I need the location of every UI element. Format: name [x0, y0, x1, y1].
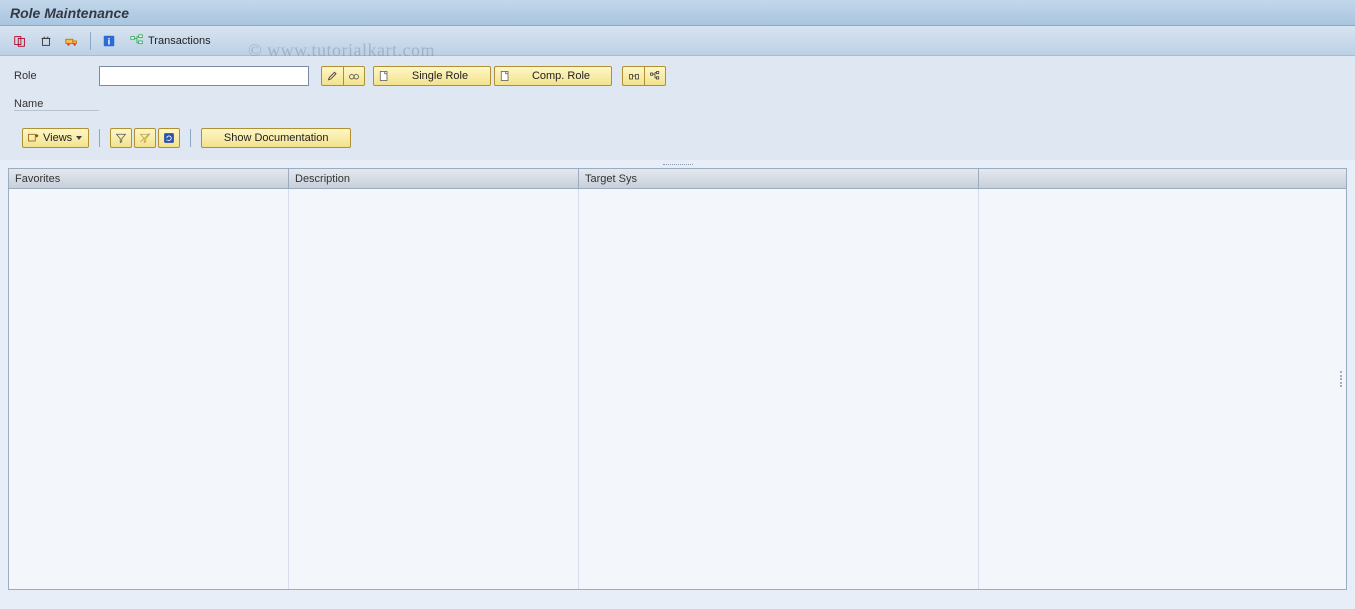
title-bar: Role Maintenance — [0, 0, 1355, 26]
funnel-icon — [115, 132, 127, 144]
filter-button[interactable] — [110, 128, 132, 148]
column-header-target-sys[interactable]: Target Sys — [579, 169, 979, 188]
trash-icon — [39, 34, 53, 48]
role-row: Role Si — [14, 64, 1341, 88]
glasses-icon — [348, 70, 360, 82]
where-used-button[interactable] — [622, 66, 644, 86]
name-row: Name — [14, 90, 1341, 114]
refresh-button[interactable] — [158, 128, 180, 148]
secondary-toolbar: Views — [14, 116, 1341, 154]
filter-group — [110, 128, 180, 148]
grid-col-favorites — [9, 189, 289, 589]
column-header-description[interactable]: Description — [289, 169, 579, 188]
svg-text:i: i — [108, 36, 111, 47]
hierarchy-icon — [130, 34, 144, 48]
show-documentation-label: Show Documentation — [224, 132, 329, 144]
secondary-separator-2 — [190, 129, 191, 147]
edit-display-group — [321, 66, 365, 86]
info-icon-button[interactable]: i — [99, 31, 119, 51]
delete-icon-button[interactable] — [36, 31, 56, 51]
comp-role-button[interactable]: Comp. Role — [494, 66, 612, 86]
vertical-splitter-handle[interactable] — [1340, 371, 1344, 387]
column-header-favorites[interactable]: Favorites — [9, 169, 289, 188]
column-header-extra[interactable] — [979, 169, 1346, 188]
binoculars-icon — [628, 70, 640, 82]
grid-header: Favorites Description Target Sys — [9, 169, 1346, 189]
views-group: Views — [22, 128, 89, 148]
favorites-grid: Favorites Description Target Sys — [8, 168, 1347, 590]
form-area: Role Si — [0, 56, 1355, 160]
transactions-button[interactable]: Transactions — [125, 31, 216, 51]
info-icon: i — [102, 34, 116, 48]
hierarchy-icon — [649, 70, 661, 82]
create-role-group: Single Role Comp. Role — [373, 66, 612, 86]
funnel-off-icon — [139, 132, 151, 144]
grid-body — [9, 189, 1346, 589]
horizontal-splitter[interactable] — [0, 160, 1355, 168]
secondary-separator — [99, 129, 100, 147]
grid-col-extra — [979, 189, 1346, 589]
name-label: Name — [14, 98, 99, 111]
main-toolbar: i Transactions — [0, 26, 1355, 56]
filter-delete-button[interactable] — [134, 128, 156, 148]
two-pages-icon — [13, 34, 27, 48]
additional-actions-group — [622, 66, 666, 86]
views-label: Views — [43, 132, 72, 144]
change-button[interactable] — [321, 66, 343, 86]
copy-icon-button[interactable] — [10, 31, 30, 51]
new-page-icon — [499, 70, 511, 82]
views-dropdown-button[interactable]: Views — [22, 128, 89, 148]
inheritance-button[interactable] — [644, 66, 666, 86]
show-documentation-button[interactable]: Show Documentation — [201, 128, 351, 148]
refresh-icon — [163, 132, 175, 144]
single-role-label: Single Role — [396, 70, 484, 82]
add-view-icon — [27, 132, 39, 144]
role-label: Role — [14, 70, 99, 82]
watermark-text: © www.tutorialkart.com — [248, 40, 435, 61]
truck-icon — [65, 34, 79, 48]
display-button[interactable] — [343, 66, 365, 86]
new-page-icon — [378, 70, 390, 82]
pencil-icon — [327, 70, 339, 82]
grid-col-description — [289, 189, 579, 589]
comp-role-label: Comp. Role — [517, 70, 605, 82]
transactions-label: Transactions — [148, 35, 211, 47]
grid-col-target — [579, 189, 979, 589]
single-role-button[interactable]: Single Role — [373, 66, 491, 86]
dropdown-triangle-icon — [76, 136, 82, 140]
toolbar-separator — [90, 32, 91, 50]
role-input[interactable] — [99, 66, 309, 86]
transport-icon-button[interactable] — [62, 31, 82, 51]
page-title: Role Maintenance — [10, 5, 129, 21]
